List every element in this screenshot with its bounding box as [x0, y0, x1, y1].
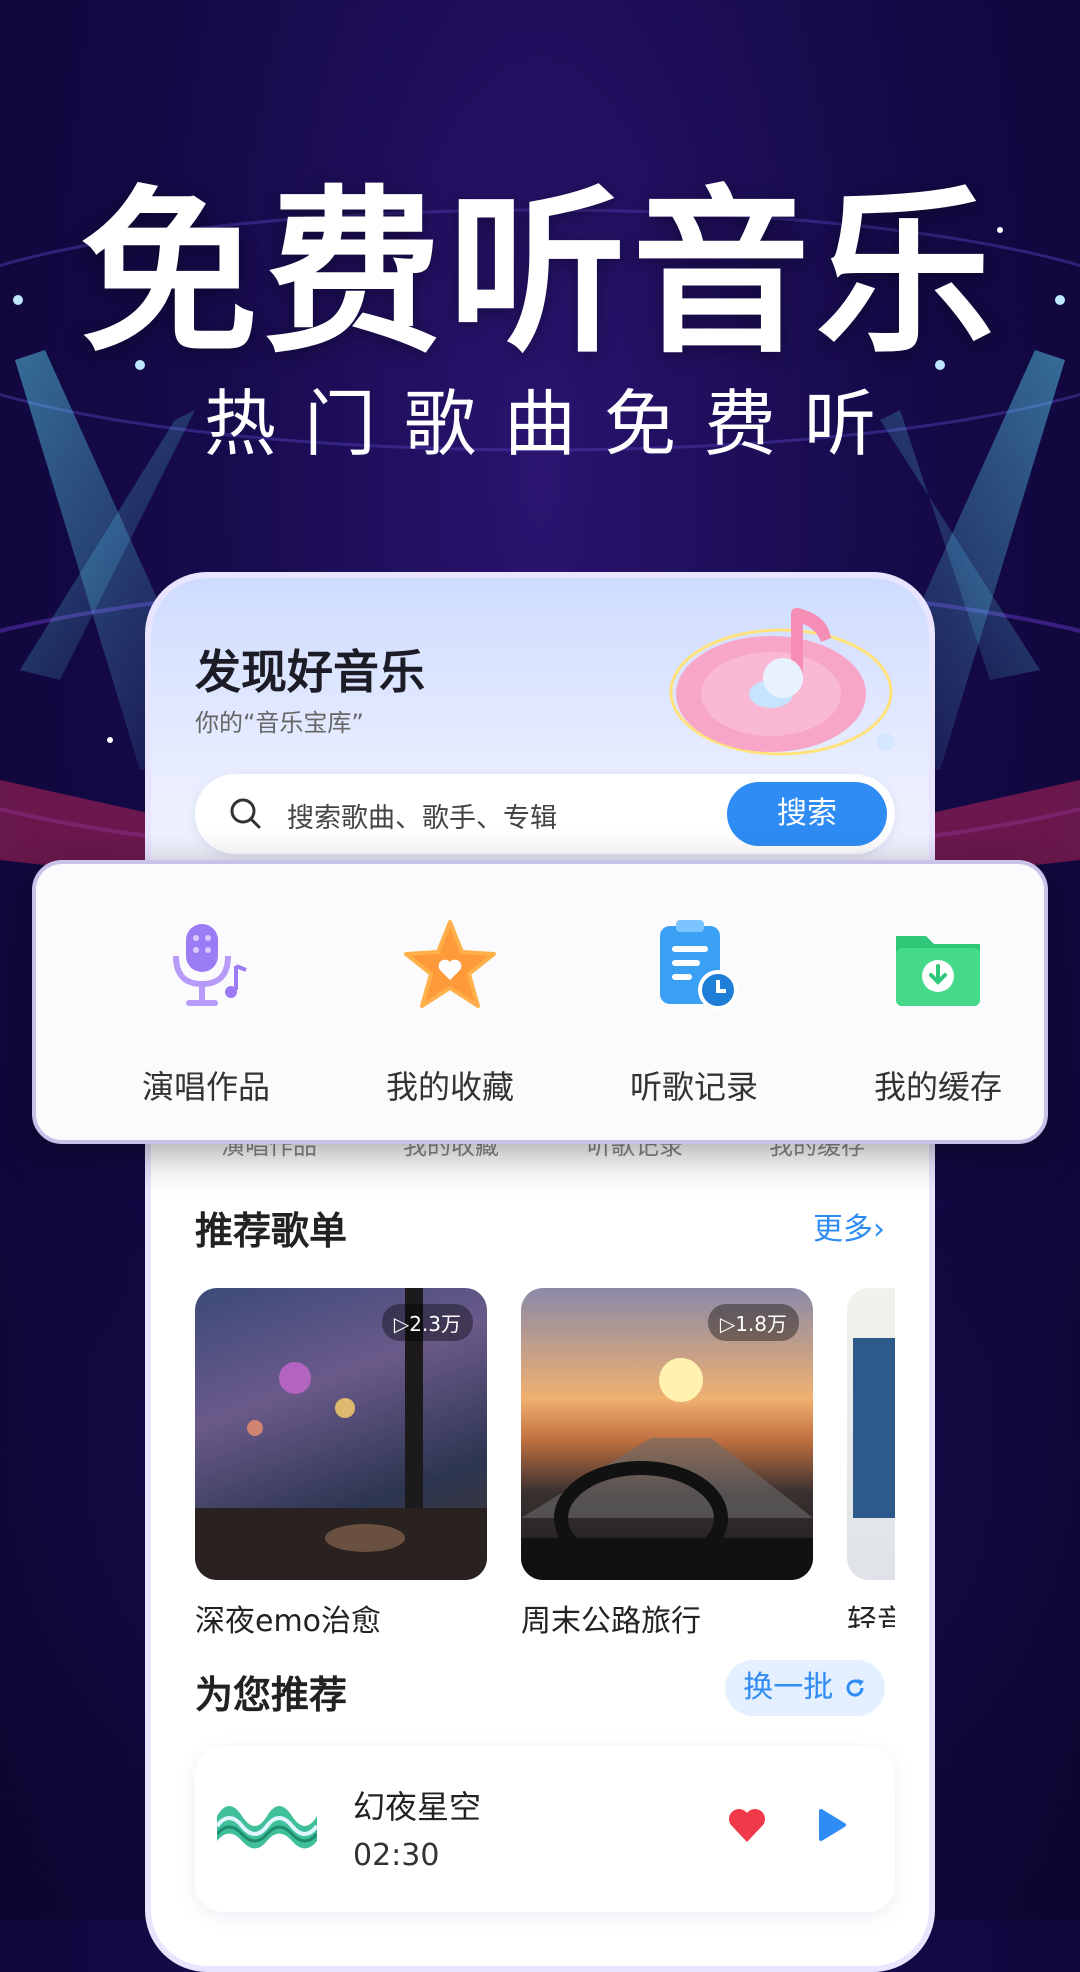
refresh-label: 换一批 [743, 1670, 834, 1705]
quick-action-performances[interactable]: 演唱作品 [86, 864, 326, 1148]
quick-action-cache[interactable]: 我的缓存 [818, 864, 1058, 1148]
quick-action-label: 听歌记录 [629, 1068, 758, 1106]
history-icon [660, 920, 738, 1010]
page-subtitle: 你的“音乐宝库” [195, 709, 364, 737]
playlists-section-title: 推荐歌单 [195, 1209, 348, 1253]
playlist-name: 轻音 [847, 1604, 895, 1628]
playlist-card[interactable] [847, 1288, 895, 1580]
song-cover-thumbnail [217, 1806, 317, 1849]
play-icon[interactable] [817, 1808, 847, 1842]
recommend-section-title: 为您推荐 [195, 1673, 348, 1717]
star-icon [404, 920, 496, 1008]
playlist-name: 深夜emo治愈 [195, 1604, 382, 1639]
page-title: 发现好音乐 [195, 645, 425, 699]
promo-headline: 免费听音乐 [80, 170, 1000, 377]
playlist-cover-jazz [853, 1338, 895, 1518]
download-folder-icon [896, 936, 980, 1006]
play-count-badge: ▷2.3万 [381, 1304, 473, 1341]
refresh-icon [846, 1679, 864, 1697]
heart-icon[interactable] [727, 1806, 767, 1844]
microphone-icon [173, 924, 247, 1006]
playlist-card[interactable]: ▷1.8万 [521, 1288, 813, 1580]
search-button[interactable]: 搜索 [727, 782, 887, 846]
song-title: 幻夜星空 [353, 1788, 482, 1826]
quick-actions-bar: 演唱作品 我的收藏 听歌记录 我的缓存 [32, 860, 1048, 1144]
playlist-name: 周末公路旅行 [521, 1604, 701, 1639]
search-icon [230, 798, 261, 829]
refresh-button[interactable]: 换一批 [725, 1660, 885, 1716]
playlist-card-clip: 轻音 [847, 1288, 895, 1628]
more-playlists-link[interactable]: 更多› [813, 1204, 885, 1248]
song-list-item[interactable]: 幻夜星空 02:30 [195, 1746, 895, 1912]
play-count-badge: ▷1.8万 [707, 1304, 799, 1341]
quick-action-history[interactable]: 听歌记录 [574, 864, 814, 1148]
quick-action-favorites[interactable]: 我的收藏 [330, 864, 570, 1148]
quick-action-label: 我的收藏 [385, 1068, 514, 1106]
search-input[interactable]: 搜索歌曲、歌手、专辑 [287, 796, 557, 835]
search-bar[interactable]: 搜索歌曲、歌手、专辑 搜索 [195, 774, 895, 854]
vinyl-record-icon [669, 608, 895, 756]
phone-mockup: 发现好音乐 你的“音乐宝库” 搜索歌曲、歌手、专辑 搜索 演唱作品 我的收藏 听… [145, 572, 935, 1972]
promo-subheadline: 热门歌曲免费听 [203, 382, 904, 466]
playlist-card[interactable]: ▷2.3万 [195, 1288, 487, 1580]
song-duration: 02:30 [353, 1838, 440, 1873]
quick-action-label: 我的缓存 [873, 1068, 1002, 1106]
quick-action-label: 演唱作品 [141, 1068, 270, 1106]
